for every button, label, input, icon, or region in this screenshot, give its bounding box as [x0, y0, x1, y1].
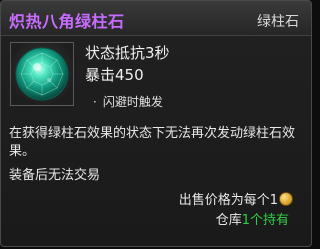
stat-trigger-condition: · 闪避时触发: [93, 93, 163, 110]
trade-restriction: 装备后无法交易: [9, 168, 101, 183]
item-stats: 状态抵抗3秒 暴击450: [85, 42, 170, 86]
storage-info: 仓库1个持有: [216, 209, 289, 228]
storage-label: 仓库: [215, 213, 242, 228]
trigger-text: 闪避时触发: [102, 95, 163, 109]
storage-count: 1个持有: [241, 213, 289, 228]
sell-price-label: 出售价格为每个1: [178, 193, 278, 208]
green-faceted-gem-icon: [15, 47, 69, 101]
item-icon-slot: [10, 42, 74, 106]
stat-status-resist: 状态抵抗3秒: [85, 44, 170, 62]
gold-coin-icon: [279, 192, 293, 206]
item-tooltip: 炽热八角绿柱石 绿柱石 状态抵抗3秒 暴击450 · 闪避时触发 在获得绿柱石效…: [0, 0, 312, 247]
item-category: 绿柱石: [257, 14, 299, 30]
bullet-icon: ·: [93, 95, 97, 109]
item-name: 炽热八角绿柱石: [9, 12, 125, 31]
sell-price: 出售价格为每个1: [179, 189, 293, 208]
item-description: 在获得绿柱石效果的状态下无法再次发动绿柱石效果。: [9, 126, 296, 159]
tooltip-header: 炽热八角绿柱石 绿柱石: [1, 1, 311, 36]
stat-critical: 暴击450: [85, 66, 144, 84]
